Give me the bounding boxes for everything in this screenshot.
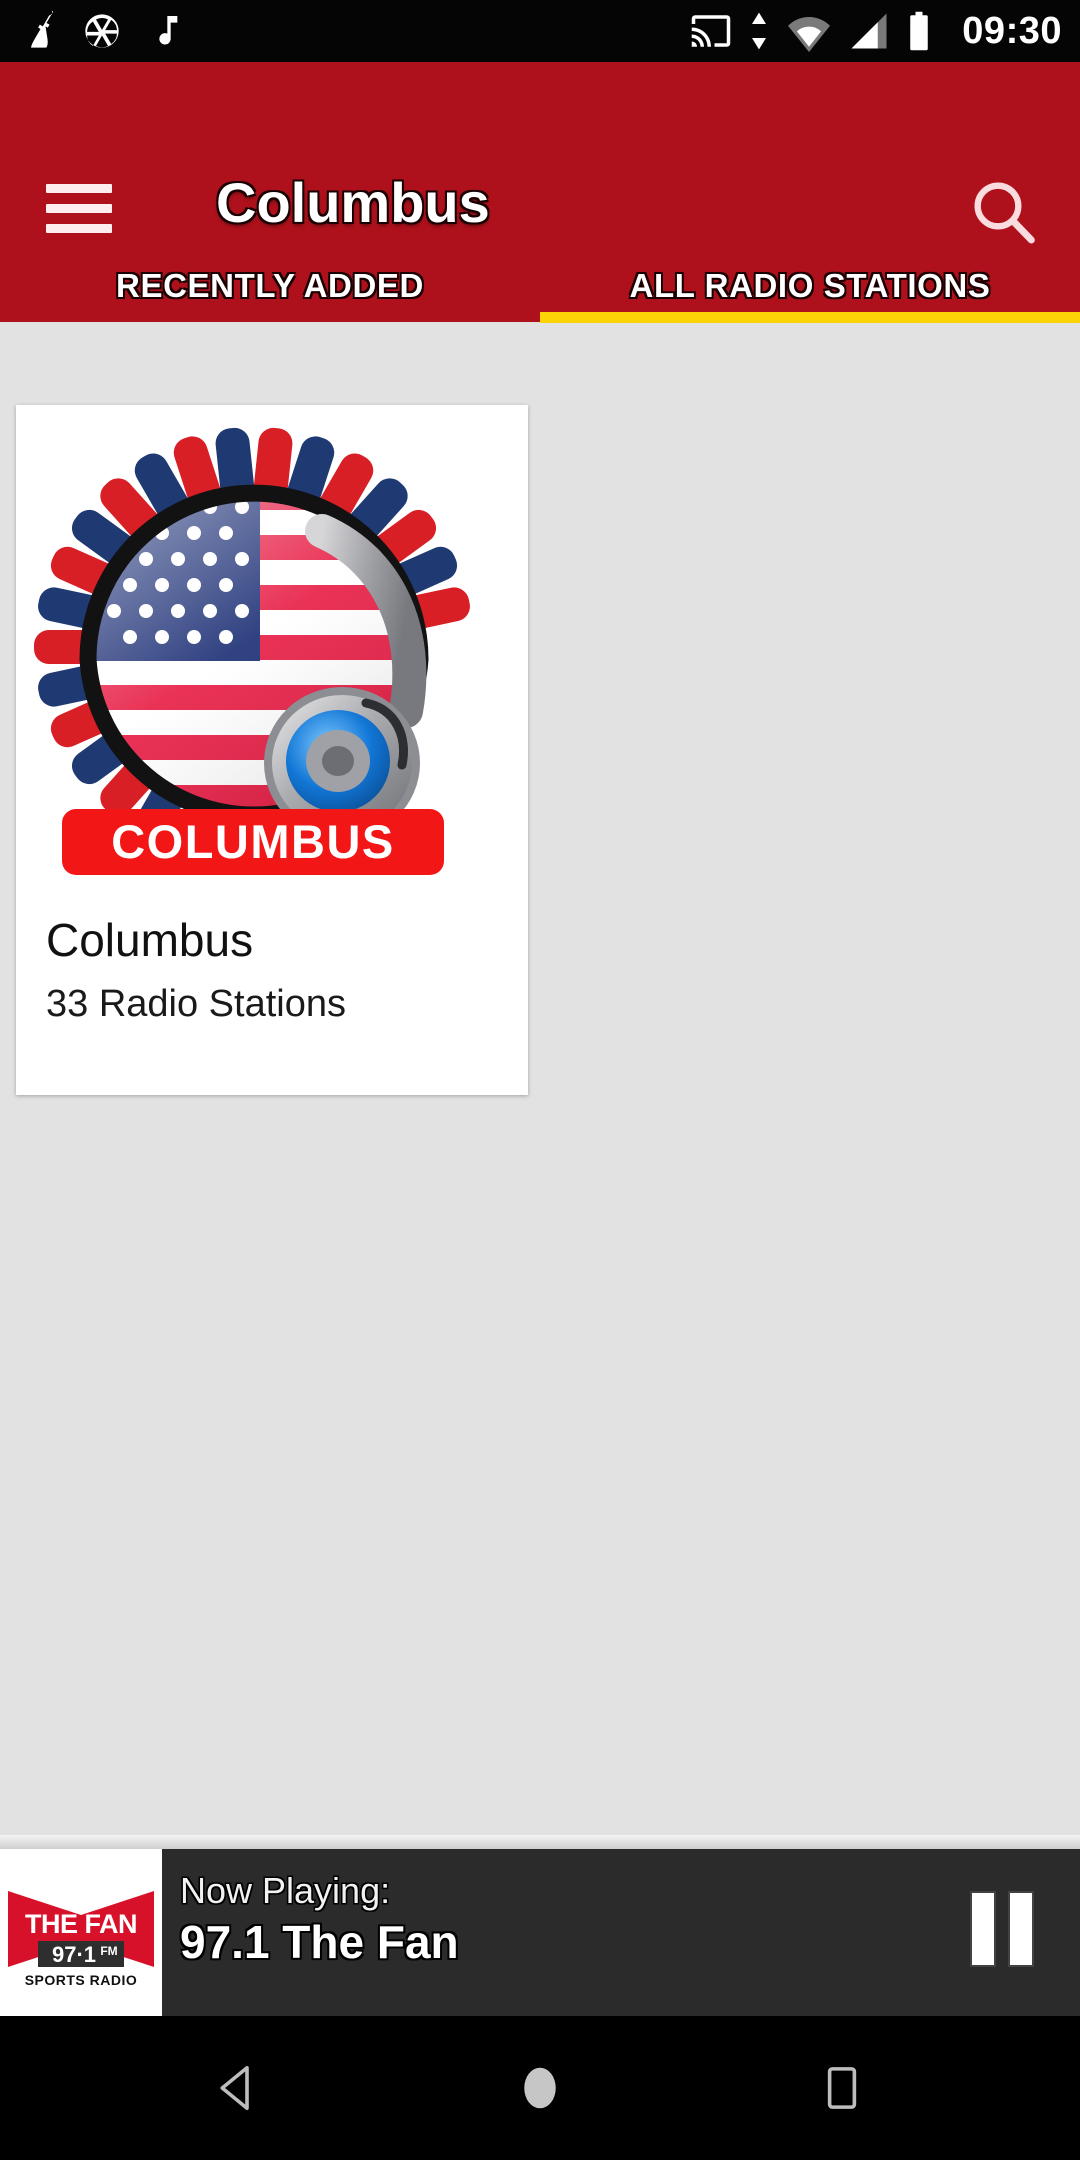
cellular-signal-icon xyxy=(851,13,887,49)
station-card-title: Columbus xyxy=(46,914,254,966)
search-icon[interactable] xyxy=(964,174,1044,254)
home-circle-icon[interactable] xyxy=(513,2061,567,2115)
music-note-icon xyxy=(159,16,178,45)
menu-bar-2 xyxy=(46,204,112,213)
station-card[interactable]: COLUMBUS Columbus 33 Radio Stations xyxy=(16,405,528,1095)
wifi-icon xyxy=(788,17,831,52)
pause-icon[interactable] xyxy=(958,1893,1044,1973)
svg-text:THE FAN: THE FAN xyxy=(25,1909,137,1939)
now-playing-thumbnail[interactable]: THE FAN 97·1 FM SPORTS RADIO xyxy=(0,1849,162,2016)
now-playing-bar[interactable]: THE FAN 97·1 FM SPORTS RADIO Now Playing… xyxy=(0,1849,1080,2016)
content-area: COLUMBUS Columbus 33 Radio Stations xyxy=(0,323,1080,1835)
tab-recently-added[interactable]: RECENTLY ADDED xyxy=(0,250,540,322)
hamburger-menu-icon[interactable] xyxy=(46,184,112,233)
aperture-icon xyxy=(85,14,119,48)
status-bar-right-icons: 09:30 xyxy=(690,10,1062,52)
tab-all-radio-stations-label: ALL RADIO STATIONS xyxy=(629,267,991,304)
updown-arrows-icon xyxy=(752,12,767,50)
svg-text:97·1: 97·1 xyxy=(52,1942,96,1967)
pause-bar-left xyxy=(972,1893,994,1965)
status-bar: 09:30 xyxy=(0,0,1080,62)
page-title: Columbus xyxy=(216,171,490,234)
battery-icon xyxy=(910,11,929,51)
station-card-subtitle: 33 Radio Stations xyxy=(46,983,346,1025)
now-playing-label: Now Playing: xyxy=(180,1870,391,1911)
svg-text:COLUMBUS: COLUMBUS xyxy=(111,815,395,868)
cast-icon xyxy=(692,15,731,47)
menu-bar-3 xyxy=(46,224,112,233)
back-triangle-icon[interactable] xyxy=(211,2061,265,2115)
phone-screen: 09:30 Columbus RECENTLY ADDED ALL RADIO … xyxy=(0,0,1080,2160)
status-bar-left-icons xyxy=(20,11,184,51)
android-nav-bar xyxy=(0,2016,1080,2160)
svg-text:SPORTS RADIO: SPORTS RADIO xyxy=(25,1972,138,1988)
station-card-artwork: COLUMBUS xyxy=(22,411,522,911)
pause-bar-right xyxy=(1010,1893,1032,1965)
svg-text:FM: FM xyxy=(100,1944,117,1958)
tab-recently-added-label: RECENTLY ADDED xyxy=(116,267,424,304)
status-bar-clock: 09:30 xyxy=(962,10,1062,52)
columbus-banner: COLUMBUS xyxy=(62,809,444,875)
tab-active-indicator xyxy=(540,312,1080,323)
menu-bar-1 xyxy=(46,184,112,193)
now-playing-divider xyxy=(0,1835,1080,1849)
broom-icon xyxy=(31,11,53,48)
now-playing-station-name: 97.1 The Fan xyxy=(180,1916,459,1969)
recents-square-icon[interactable] xyxy=(815,2061,869,2115)
now-playing-text: Now Playing: 97.1 The Fan xyxy=(180,1870,880,1970)
